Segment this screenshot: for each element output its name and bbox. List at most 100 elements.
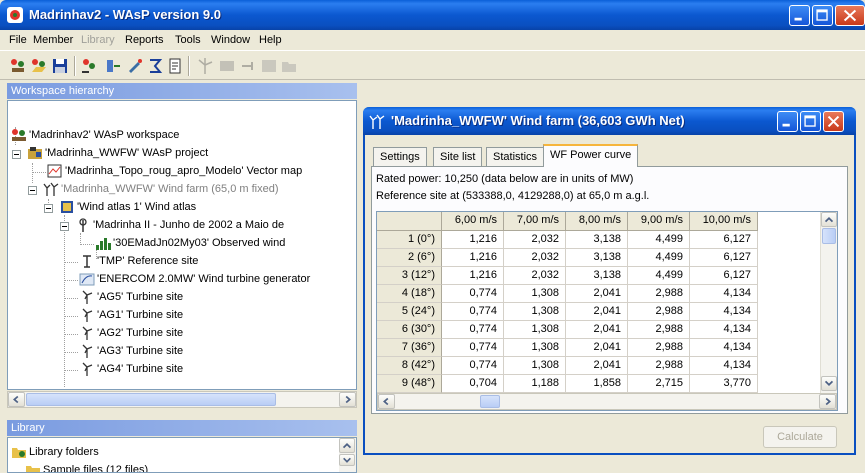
grid-cell[interactable]: 6,127: [690, 249, 758, 267]
grid-cell[interactable]: 4,499: [628, 231, 690, 249]
report-icon[interactable]: [166, 57, 184, 75]
calculate-button[interactable]: Calculate: [763, 426, 837, 448]
row-header[interactable]: 5 (24°): [377, 303, 442, 321]
tree-item-turbine-site-ag1[interactable]: 'AG1' Turbine site: [79, 307, 183, 325]
grid-cell[interactable]: 2,988: [628, 339, 690, 357]
scroll-left-button[interactable]: [378, 394, 395, 409]
grid-cell[interactable]: 3,138: [566, 249, 628, 267]
tree-item-met-station[interactable]: 'Madrinha II - Junho de 2002 a Maio de: [75, 217, 284, 235]
tree-item-vector-map[interactable]: 'Madrinha_Topo_roug_apro_Modelo' Vector …: [47, 163, 302, 181]
grid-cell[interactable]: 0,774: [442, 339, 504, 357]
grid-cell[interactable]: 2,041: [566, 357, 628, 375]
tree-item-observed-wind[interactable]: '30EMadJn02My03' Observed wind: [95, 235, 285, 253]
tree-item-turbine-generator[interactable]: 'ENERCOM 2.0MW' Wind turbine generator: [79, 271, 310, 289]
grid-cell[interactable]: 2,041: [566, 321, 628, 339]
grid-cell[interactable]: 2,988: [628, 285, 690, 303]
new-workspace-icon[interactable]: [9, 57, 27, 75]
grid-cell[interactable]: 3,138: [566, 231, 628, 249]
grid-cell[interactable]: 1,216: [442, 267, 504, 285]
grid-cell[interactable]: 2,988: [628, 321, 690, 339]
menu-help[interactable]: Help: [259, 34, 282, 46]
column-header[interactable]: 7,00 m/s: [504, 212, 566, 231]
turbine-tool-icon[interactable]: [196, 57, 214, 75]
menu-file[interactable]: File: [9, 34, 27, 46]
insert-new-icon[interactable]: [80, 57, 98, 75]
close-button[interactable]: [835, 5, 865, 26]
menu-window[interactable]: Window: [211, 34, 250, 46]
grid-cell[interactable]: 1,216: [442, 231, 504, 249]
scroll-up-button[interactable]: [821, 212, 837, 227]
tree-expander[interactable]: [28, 186, 37, 195]
grid-cell[interactable]: 3,138: [566, 267, 628, 285]
menu-tools[interactable]: Tools: [175, 34, 201, 46]
child-close-button[interactable]: [823, 111, 844, 132]
grid-cell[interactable]: 2,715: [628, 375, 690, 393]
grid-cell[interactable]: 2,988: [628, 357, 690, 375]
tree-item-turbine-site-ag3[interactable]: 'AG3' Turbine site: [79, 343, 183, 361]
grid-cell[interactable]: 4,499: [628, 267, 690, 285]
scroll-down-button[interactable]: [821, 376, 837, 391]
grid-tool-icon[interactable]: [260, 57, 278, 75]
grid-cell[interactable]: 0,774: [442, 321, 504, 339]
grid-cell[interactable]: 1,308: [504, 303, 566, 321]
row-header[interactable]: 3 (12°): [377, 267, 442, 285]
tab-statistics[interactable]: Statistics: [486, 147, 545, 166]
grid-cell[interactable]: 0,774: [442, 285, 504, 303]
grid-cell[interactable]: 0,704: [442, 375, 504, 393]
save-icon[interactable]: [51, 57, 69, 75]
grid-cell[interactable]: 6,127: [690, 231, 758, 249]
scroll-thumb[interactable]: [822, 228, 836, 244]
grid-cell[interactable]: 1,308: [504, 357, 566, 375]
tree-item-turbine-site-ag4[interactable]: 'AG4' Turbine site: [79, 361, 183, 379]
tree-item-workspace[interactable]: 'Madrinhav2' WAsP workspace: [11, 127, 179, 145]
tree-item-wind-farm[interactable]: 'Madrinha_WWFW' Wind farm (65,0 m fixed): [43, 181, 279, 199]
tree-expander[interactable]: [44, 204, 53, 213]
column-header[interactable]: 10,00 m/s: [690, 212, 758, 231]
grid-horizontal-scrollbar[interactable]: [377, 393, 837, 410]
open-workspace-icon[interactable]: [30, 57, 48, 75]
column-header[interactable]: 9,00 m/s: [628, 212, 690, 231]
library-item-folders[interactable]: Library folders: [11, 444, 99, 462]
wind-tool-icon[interactable]: [240, 57, 258, 75]
grid-cell[interactable]: 4,134: [690, 321, 758, 339]
grid-cell[interactable]: 2,032: [504, 267, 566, 285]
row-header[interactable]: 2 (6°): [377, 249, 442, 267]
tree-item-turbine-site-ag5[interactable]: 'AG5' Turbine site: [79, 289, 183, 307]
grid-cell[interactable]: 4,134: [690, 339, 758, 357]
tab-settings[interactable]: Settings: [373, 147, 427, 166]
grid-cell[interactable]: 1,308: [504, 321, 566, 339]
folder-tool-icon[interactable]: [280, 57, 298, 75]
scroll-right-button[interactable]: [339, 392, 356, 407]
power-curve-grid[interactable]: 6,00 m/s 7,00 m/s 8,00 m/s 9,00 m/s 10,00 m/…: [376, 211, 838, 411]
child-minimize-button[interactable]: [777, 111, 798, 132]
edit-icon[interactable]: [126, 57, 144, 75]
grid-cell[interactable]: 4,134: [690, 357, 758, 375]
grid-cell[interactable]: 0,774: [442, 357, 504, 375]
grid-cell[interactable]: 1,858: [566, 375, 628, 393]
grid-cell[interactable]: 1,308: [504, 339, 566, 357]
library-vertical-scrollbar[interactable]: [339, 438, 356, 472]
tree-item-turbine-site-ag2[interactable]: 'AG2' Turbine site: [79, 325, 183, 343]
column-header[interactable]: 6,00 m/s: [442, 212, 504, 231]
tree-item-wind-atlas[interactable]: 'Wind atlas 1' Wind atlas: [59, 199, 196, 217]
workspace-horizontal-scrollbar[interactable]: [7, 391, 357, 408]
library-item-sample-files[interactable]: Sample files (12 files): [25, 462, 148, 472]
scroll-up-button[interactable]: [339, 438, 355, 453]
child-maximize-button[interactable]: [800, 111, 821, 132]
tree-expander[interactable]: [60, 222, 69, 231]
grid-cell[interactable]: 1,216: [442, 249, 504, 267]
tree-expander[interactable]: [12, 150, 21, 159]
grid-cell[interactable]: 2,041: [566, 303, 628, 321]
calculate-icon[interactable]: [146, 57, 164, 75]
grid-cell[interactable]: 6,127: [690, 267, 758, 285]
grid-cell[interactable]: 2,032: [504, 249, 566, 267]
grid-cell[interactable]: 4,499: [628, 249, 690, 267]
row-header[interactable]: 1 (0°): [377, 231, 442, 249]
row-header[interactable]: 4 (18°): [377, 285, 442, 303]
grid-cell[interactable]: 1,308: [504, 285, 566, 303]
title-bar[interactable]: Madrinhav2 - WAsP version 9.0: [0, 0, 865, 30]
row-header[interactable]: 9 (48°): [377, 375, 442, 393]
column-header[interactable]: 8,00 m/s: [566, 212, 628, 231]
scroll-left-button[interactable]: [8, 392, 25, 407]
grid-cell[interactable]: 3,770: [690, 375, 758, 393]
